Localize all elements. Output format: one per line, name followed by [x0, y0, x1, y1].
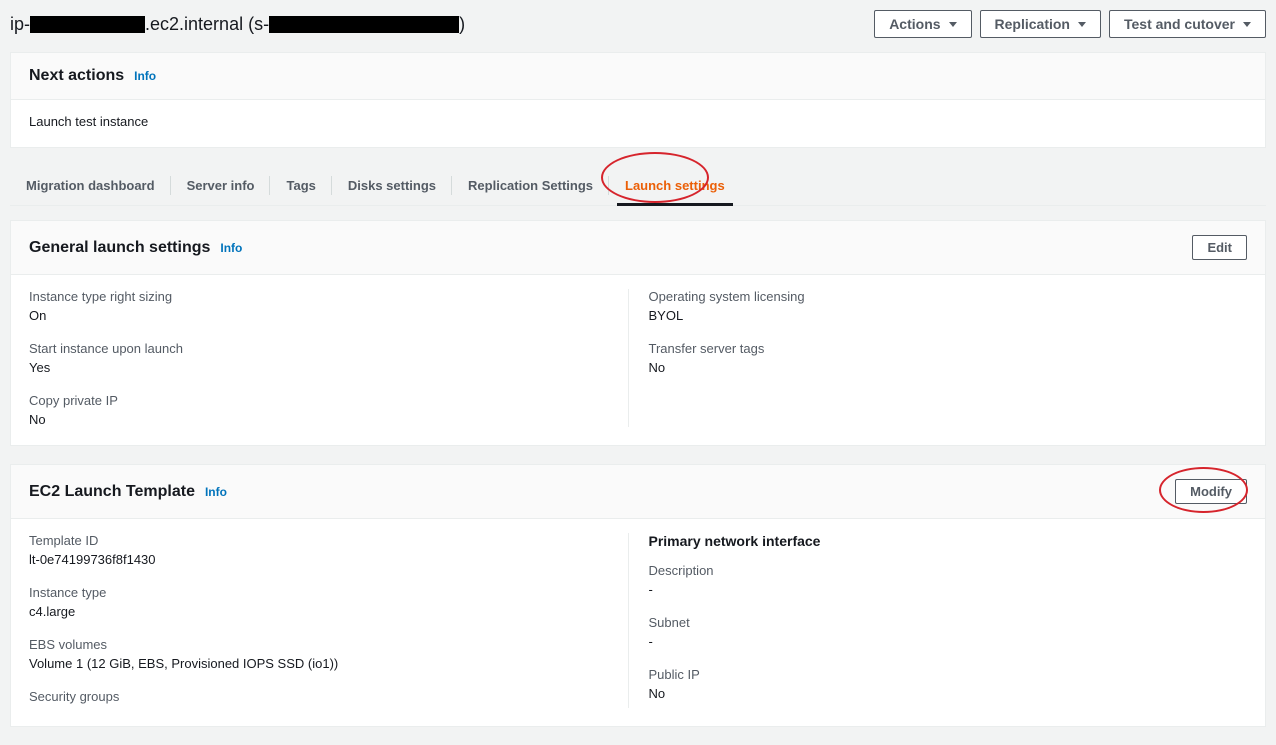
- next-actions-panel: Next actions Info Launch test instance: [10, 52, 1266, 148]
- kv-label: EBS volumes: [29, 637, 608, 652]
- kv-security-groups: Security groups: [29, 689, 608, 704]
- tab-label: Migration dashboard: [26, 178, 155, 193]
- general-launch-panel: General launch settings Info Edit Instan…: [10, 220, 1266, 446]
- kv-label: Description: [649, 563, 1228, 578]
- tab-migration-dashboard[interactable]: Migration dashboard: [10, 166, 171, 205]
- page-header: ip- .ec2.internal (s- ) Actions Replicat…: [0, 0, 1276, 52]
- kv-value: No: [649, 686, 1228, 701]
- kv-ebs-volumes: EBS volumes Volume 1 (12 GiB, EBS, Provi…: [29, 637, 608, 671]
- replication-button[interactable]: Replication: [980, 10, 1101, 38]
- chevron-down-icon: [1078, 22, 1086, 27]
- kv-description: Description -: [649, 563, 1228, 597]
- modify-button[interactable]: Modify: [1175, 479, 1247, 504]
- kv-label: Public IP: [649, 667, 1228, 682]
- kv-value: On: [29, 308, 608, 323]
- next-actions-text: Launch test instance: [29, 114, 1247, 129]
- chevron-down-icon: [1243, 22, 1251, 27]
- kv-label: Instance type right sizing: [29, 289, 608, 304]
- actions-button[interactable]: Actions: [874, 10, 971, 38]
- kv-start-upon-launch: Start instance upon launch Yes: [29, 341, 608, 375]
- kv-instance-right-sizing: Instance type right sizing On: [29, 289, 608, 323]
- kv-value: No: [29, 412, 608, 427]
- tab-tags[interactable]: Tags: [270, 166, 331, 205]
- kv-os-licensing: Operating system licensing BYOL: [649, 289, 1228, 323]
- actions-label: Actions: [889, 16, 940, 32]
- ec2-launch-template-panel: EC2 Launch Template Info Modify Template…: [10, 464, 1266, 727]
- kv-value: No: [649, 360, 1228, 375]
- header-actions: Actions Replication Test and cutover: [874, 10, 1266, 38]
- tab-launch-settings[interactable]: Launch settings: [609, 166, 741, 205]
- primary-network-interface-title: Primary network interface: [649, 533, 1228, 549]
- title-mid: .ec2.internal (s-: [145, 14, 269, 35]
- general-launch-body: Instance type right sizing On Start inst…: [11, 275, 1265, 445]
- ec2-launch-template-title: EC2 Launch Template: [29, 483, 195, 501]
- tabs-bar: Migration dashboard Server info Tags Dis…: [10, 166, 1266, 206]
- ec2-launch-template-header: EC2 Launch Template Info Modify: [11, 465, 1265, 519]
- kv-value: -: [649, 634, 1228, 649]
- kv-label: Subnet: [649, 615, 1228, 630]
- tab-label: Replication Settings: [468, 178, 593, 193]
- test-cutover-label: Test and cutover: [1124, 16, 1235, 32]
- tab-label: Disks settings: [348, 178, 436, 193]
- info-link-general[interactable]: Info: [220, 241, 242, 255]
- template-right-col: Primary network interface Description - …: [628, 533, 1248, 708]
- tab-active-underline: [617, 203, 733, 206]
- chevron-down-icon: [949, 22, 957, 27]
- edit-label: Edit: [1207, 240, 1232, 255]
- kv-template-id: Template ID lt-0e74199736f8f1430: [29, 533, 608, 567]
- kv-transfer-tags: Transfer server tags No: [649, 341, 1228, 375]
- tab-label: Tags: [286, 178, 315, 193]
- kv-subnet: Subnet -: [649, 615, 1228, 649]
- next-actions-title: Next actions: [29, 67, 124, 85]
- tab-server-info[interactable]: Server info: [171, 166, 271, 205]
- kv-label: Instance type: [29, 585, 608, 600]
- page-title: ip- .ec2.internal (s- ): [10, 14, 465, 35]
- title-suffix: ): [459, 14, 465, 35]
- kv-label: Security groups: [29, 689, 608, 704]
- general-left-col: Instance type right sizing On Start inst…: [29, 289, 628, 427]
- info-link-next-actions[interactable]: Info: [134, 69, 156, 83]
- tab-disks-settings[interactable]: Disks settings: [332, 166, 452, 205]
- kv-label: Transfer server tags: [649, 341, 1228, 356]
- kv-value: Yes: [29, 360, 608, 375]
- kv-value: -: [649, 582, 1228, 597]
- kv-value: Volume 1 (12 GiB, EBS, Provisioned IOPS …: [29, 656, 608, 671]
- kv-value: lt-0e74199736f8f1430: [29, 552, 608, 567]
- title-prefix: ip-: [10, 14, 30, 35]
- test-cutover-button[interactable]: Test and cutover: [1109, 10, 1266, 38]
- kv-instance-type: Instance type c4.large: [29, 585, 608, 619]
- replication-label: Replication: [995, 16, 1070, 32]
- modify-label: Modify: [1190, 484, 1232, 499]
- kv-copy-private-ip: Copy private IP No: [29, 393, 608, 427]
- next-actions-body: Launch test instance: [11, 100, 1265, 147]
- template-left-col: Template ID lt-0e74199736f8f1430 Instanc…: [29, 533, 628, 708]
- ec2-launch-template-body: Template ID lt-0e74199736f8f1430 Instanc…: [11, 519, 1265, 726]
- kv-value: c4.large: [29, 604, 608, 619]
- general-right-col: Operating system licensing BYOL Transfer…: [628, 289, 1248, 427]
- kv-public-ip: Public IP No: [649, 667, 1228, 701]
- tab-label: Launch settings: [625, 178, 725, 193]
- info-link-template[interactable]: Info: [205, 485, 227, 499]
- next-actions-header: Next actions Info: [11, 53, 1265, 100]
- general-launch-header: General launch settings Info Edit: [11, 221, 1265, 275]
- kv-label: Start instance upon launch: [29, 341, 608, 356]
- tab-replication-settings[interactable]: Replication Settings: [452, 166, 609, 205]
- general-launch-title: General launch settings: [29, 239, 210, 257]
- redacted-block-2: [269, 16, 459, 33]
- redacted-block-1: [30, 16, 145, 33]
- kv-label: Operating system licensing: [649, 289, 1228, 304]
- kv-value: BYOL: [649, 308, 1228, 323]
- kv-label: Template ID: [29, 533, 608, 548]
- tab-label: Server info: [187, 178, 255, 193]
- kv-label: Copy private IP: [29, 393, 608, 408]
- edit-button[interactable]: Edit: [1192, 235, 1247, 260]
